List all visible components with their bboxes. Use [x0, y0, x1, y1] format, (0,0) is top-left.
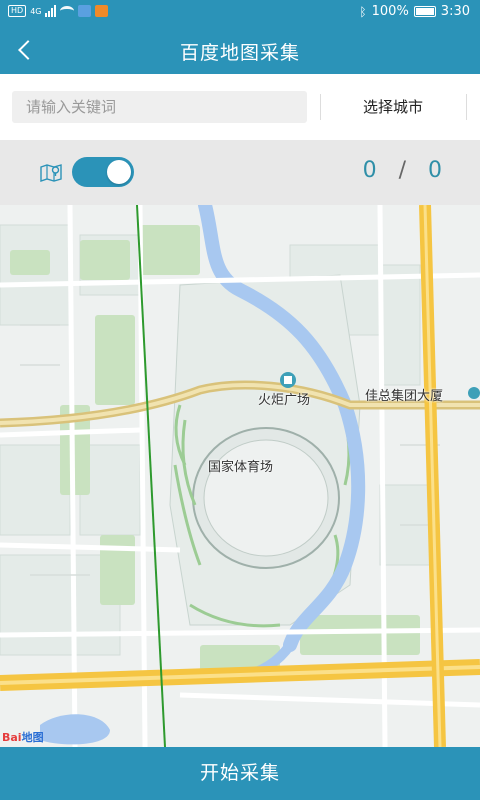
toggle-knob — [107, 160, 131, 184]
map-label-stadium[interactable]: 国家体育场 — [208, 456, 273, 475]
page-title: 百度地图采集 — [179, 42, 300, 64]
status-bar: HD 4G ᛒ 100% 3:30 — [0, 0, 480, 26]
map-canvas — [0, 205, 480, 747]
status-right: ᛒ 100% 3:30 — [359, 4, 470, 19]
map-label-building[interactable]: 佳总集团大厦 — [365, 385, 443, 404]
count-total: 0 — [428, 158, 442, 183]
hd-icon: HD — [8, 5, 27, 17]
app-icon-orange — [95, 5, 109, 17]
bluetooth-icon: ᛒ — [359, 4, 367, 19]
battery-icon — [413, 6, 436, 17]
status-left: HD 4G — [8, 5, 109, 17]
collect-toggle-switch[interactable] — [72, 157, 134, 187]
baidu-map-logo: Bai地图 — [2, 729, 44, 745]
battery-percent: 100% — [371, 4, 409, 19]
title-bar: 百度地图采集 — [0, 26, 480, 74]
map-view[interactable]: 火炬广场 佳总集团大厦 国家体育场 Bai地图 — [0, 205, 480, 747]
logo-text: Bai — [2, 731, 22, 744]
toolbar-row: 0 / 0 — [0, 140, 480, 205]
network-type: 4G — [30, 6, 42, 16]
collection-counter: 0 / 0 — [363, 158, 442, 183]
logo-suffix: 地图 — [21, 731, 44, 744]
clock: 3:30 — [440, 4, 470, 19]
search-row: 选择城市 — [0, 74, 480, 140]
count-separator: / — [398, 158, 406, 183]
divider — [320, 94, 321, 120]
keyword-search-input[interactable] — [12, 91, 307, 123]
map-pin-icon[interactable] — [39, 162, 63, 182]
start-collection-button[interactable]: 开始采集 — [0, 747, 480, 800]
map-label-torch-plaza[interactable]: 火炬广场 — [258, 389, 310, 408]
app-icon-blue — [78, 5, 92, 17]
count-current: 0 — [362, 158, 377, 183]
divider — [466, 94, 467, 120]
signal-icon — [45, 5, 57, 17]
wifi-icon — [60, 6, 75, 16]
select-city-button[interactable]: 选择城市 — [330, 94, 456, 120]
